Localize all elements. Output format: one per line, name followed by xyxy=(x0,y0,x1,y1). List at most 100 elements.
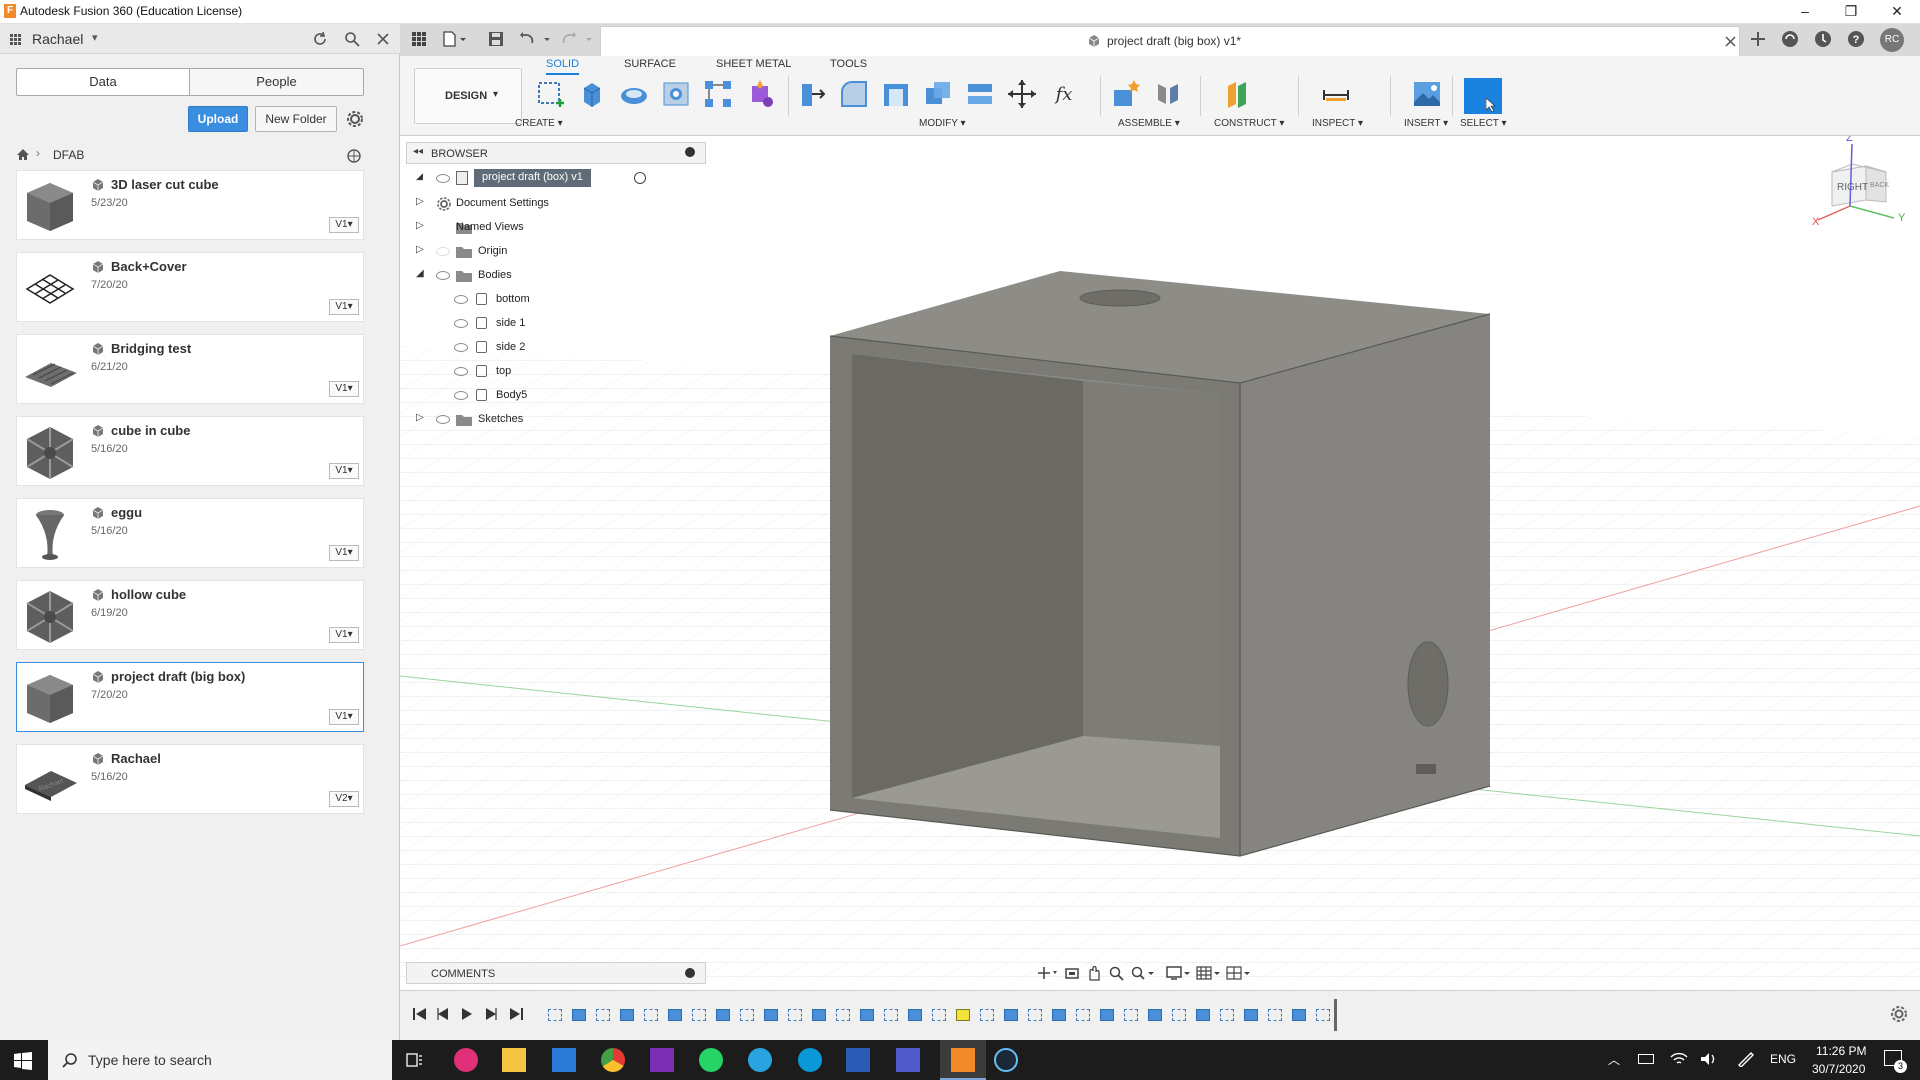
view-cube-face-back[interactable]: BACK xyxy=(1870,182,1889,189)
file-card[interactable]: Back+Cover 7/20/20 V1▾ xyxy=(16,252,364,322)
grid-dots-icon[interactable] xyxy=(10,34,22,46)
split-body-icon[interactable] xyxy=(964,78,996,110)
close-icon[interactable] xyxy=(376,32,390,46)
timeline-sketch[interactable] xyxy=(740,1009,754,1021)
user-name[interactable]: Rachael xyxy=(32,31,83,47)
timeline-sketch[interactable] xyxy=(596,1009,610,1021)
timeline-sketch[interactable] xyxy=(884,1009,898,1021)
file-card[interactable]: 3D laser cut cube 5/23/20 V1▾ xyxy=(16,170,364,240)
file-card[interactable]: Rachael Rachael 5/16/20 V2▾ xyxy=(16,744,364,814)
timeline-extrude[interactable] xyxy=(1196,1009,1210,1021)
timeline-sketch[interactable] xyxy=(644,1009,658,1021)
file-thumbnail[interactable] xyxy=(21,423,79,481)
timeline-marker[interactable] xyxy=(1334,999,1337,1031)
file-name[interactable]: Rachael xyxy=(111,751,161,766)
view-cube[interactable]: RIGHT BACK Z X Y xyxy=(1812,136,1912,232)
combine-icon[interactable] xyxy=(922,78,954,110)
eye-icon[interactable] xyxy=(436,174,450,183)
timeline-extrude[interactable] xyxy=(1244,1009,1258,1021)
browser-item-body[interactable]: Body5 xyxy=(416,384,696,408)
collapse-triangle-icon[interactable]: ▷ xyxy=(416,196,424,207)
browser-item-document-settings[interactable]: ▷ Document Settings xyxy=(416,192,696,216)
measure-icon[interactable] xyxy=(1320,78,1352,110)
new-folder-button[interactable]: New Folder xyxy=(255,106,337,132)
file-name[interactable]: project draft (big box) xyxy=(111,669,245,684)
job-status-icon[interactable] xyxy=(1781,30,1799,48)
create-menu[interactable]: CREATE ▾ xyxy=(515,118,563,129)
version-dropdown[interactable]: V1▾ xyxy=(329,381,359,397)
timeline-sketch[interactable] xyxy=(836,1009,850,1021)
skype-icon[interactable] xyxy=(798,1048,822,1072)
refresh-icon[interactable] xyxy=(312,31,328,47)
new-tab-icon[interactable] xyxy=(1750,31,1766,47)
eye-icon[interactable] xyxy=(454,343,468,352)
new-component-icon[interactable] xyxy=(1110,78,1142,110)
timeline-extrude[interactable] xyxy=(716,1009,730,1021)
first-step-icon[interactable] xyxy=(412,1007,428,1021)
itunes-icon[interactable] xyxy=(454,1048,478,1072)
telegram-icon[interactable] xyxy=(748,1048,772,1072)
file-menu-icon[interactable] xyxy=(442,30,468,48)
tab-tools[interactable]: TOOLS xyxy=(830,58,867,70)
inspect-menu[interactable]: INSPECT ▾ xyxy=(1312,118,1363,129)
save-icon[interactable] xyxy=(488,31,504,47)
revolve-icon[interactable] xyxy=(618,78,650,110)
eye-icon[interactable] xyxy=(436,247,450,256)
browser-item-body[interactable]: bottom xyxy=(416,288,696,312)
whatsapp-icon[interactable] xyxy=(699,1048,723,1072)
redo-icon[interactable] xyxy=(562,31,596,47)
file-card[interactable]: eggu 5/16/20 V1▾ xyxy=(16,498,364,568)
version-dropdown[interactable]: V1▾ xyxy=(329,545,359,561)
file-card[interactable]: cube in cube 5/16/20 V1▾ xyxy=(16,416,364,486)
browser-panel-header[interactable]: ◂◂ BROWSER xyxy=(406,142,706,164)
timeline-sketch[interactable] xyxy=(788,1009,802,1021)
modify-menu[interactable]: MODIFY ▾ xyxy=(919,118,966,129)
timeline-sketch[interactable] xyxy=(1316,1009,1330,1021)
orbit-icon[interactable] xyxy=(1036,965,1058,981)
notifications-icon[interactable] xyxy=(1814,30,1832,48)
tab-surface[interactable]: SURFACE xyxy=(624,58,676,70)
fit-icon[interactable] xyxy=(1130,965,1156,981)
select-button[interactable] xyxy=(1464,78,1502,114)
file-thumbnail[interactable] xyxy=(21,177,79,235)
select-menu[interactable]: SELECT ▾ xyxy=(1460,118,1507,129)
file-card[interactable]: hollow cube 6/19/20 V1▾ xyxy=(16,580,364,650)
fusion-taskbar-button[interactable] xyxy=(940,1040,986,1080)
collapse-triangle-icon[interactable]: ▷ xyxy=(416,244,424,255)
task-view-icon[interactable] xyxy=(406,1052,424,1068)
assemble-menu[interactable]: ASSEMBLE ▾ xyxy=(1118,118,1180,129)
file-explorer-icon[interactable] xyxy=(502,1048,526,1072)
windows-start-icon[interactable] xyxy=(14,1052,32,1070)
timeline-sketch[interactable] xyxy=(548,1009,562,1021)
collapse-triangle-icon[interactable]: ▷ xyxy=(416,412,424,423)
clock-date[interactable]: 30/7/2020 xyxy=(1812,1062,1865,1076)
breadcrumb[interactable]: DFAB xyxy=(53,148,84,162)
offset-plane-icon[interactable] xyxy=(1222,78,1254,110)
version-dropdown[interactable]: V1▾ xyxy=(329,463,359,479)
browser-item-named-views[interactable]: ▷ Named Views xyxy=(416,216,696,240)
battery-icon[interactable] xyxy=(1638,1054,1654,1064)
timeline-sketch[interactable] xyxy=(1076,1009,1090,1021)
viewports-icon[interactable] xyxy=(1226,965,1252,981)
tab-people[interactable]: People xyxy=(189,68,364,96)
timeline-extrude[interactable] xyxy=(668,1009,682,1021)
timeline-extrude[interactable] xyxy=(812,1009,826,1021)
file-name[interactable]: hollow cube xyxy=(111,587,186,602)
workspace-switcher[interactable]: DESIGN ▾ xyxy=(414,68,522,124)
gear-icon[interactable] xyxy=(346,110,364,128)
timeline-sketch[interactable] xyxy=(1028,1009,1042,1021)
file-name[interactable]: Back+Cover xyxy=(111,259,187,274)
activate-icon[interactable] xyxy=(634,172,646,184)
version-dropdown[interactable]: V1▾ xyxy=(329,709,359,725)
file-name[interactable]: 3D laser cut cube xyxy=(111,177,219,192)
expand-triangle-icon[interactable]: ◢ xyxy=(416,268,424,279)
shell-icon[interactable] xyxy=(880,78,912,110)
version-dropdown[interactable]: V1▾ xyxy=(329,299,359,315)
timeline-extrude[interactable] xyxy=(1100,1009,1114,1021)
file-card[interactable]: Bridging test 6/21/20 V1▾ xyxy=(16,334,364,404)
look-at-icon[interactable] xyxy=(1064,965,1080,981)
create-sketch-icon[interactable] xyxy=(534,78,566,110)
steam-icon[interactable] xyxy=(994,1048,1018,1072)
file-name[interactable]: Bridging test xyxy=(111,341,191,356)
file-thumbnail[interactable] xyxy=(21,669,79,727)
